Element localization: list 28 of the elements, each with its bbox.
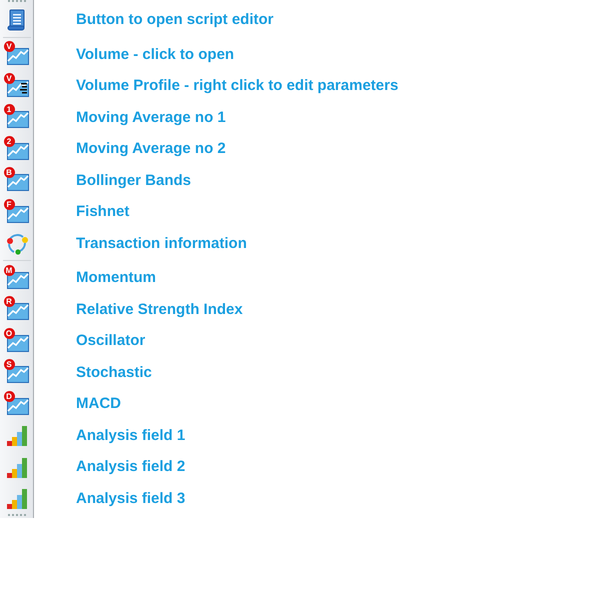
badge: B [4, 167, 14, 178]
badge: S [4, 359, 14, 370]
tool-label: Stochastic [76, 364, 152, 381]
tool-label: Relative Strength Index [76, 300, 243, 318]
tool-label: MACD [76, 395, 121, 412]
badge: V [4, 41, 14, 52]
badge: D [4, 390, 14, 402]
tool-label: Bollinger Bands [76, 172, 192, 189]
tool-label: Volume Profile - right click to edit parameters [76, 77, 398, 94]
tool-label: Fishnet [76, 203, 130, 220]
badge: R [4, 296, 14, 308]
tool-label: Analysis field 2 [76, 458, 186, 476]
badge: 2 [4, 136, 14, 147]
grip-handle[interactable] [8, 514, 26, 518]
tool-label: Volume - click to open [76, 46, 234, 63]
tool-label: Oscillator [76, 332, 146, 350]
badge: F [4, 198, 14, 210]
badge: 1 [4, 104, 14, 116]
tool-label: Moving Average no 1 [76, 108, 226, 126]
tool-label: Transaction information [76, 234, 247, 252]
badge: O [4, 328, 14, 339]
tool-label: Analysis field 1 [76, 426, 186, 444]
tool-label: Analysis field 3 [76, 490, 186, 507]
badge: V [4, 72, 14, 84]
tool-label: Moving Average no 2 [76, 140, 226, 158]
tool-label: Button to open script editor [76, 11, 274, 28]
badge: M [4, 264, 14, 276]
tool-label: Momentum [76, 269, 156, 286]
